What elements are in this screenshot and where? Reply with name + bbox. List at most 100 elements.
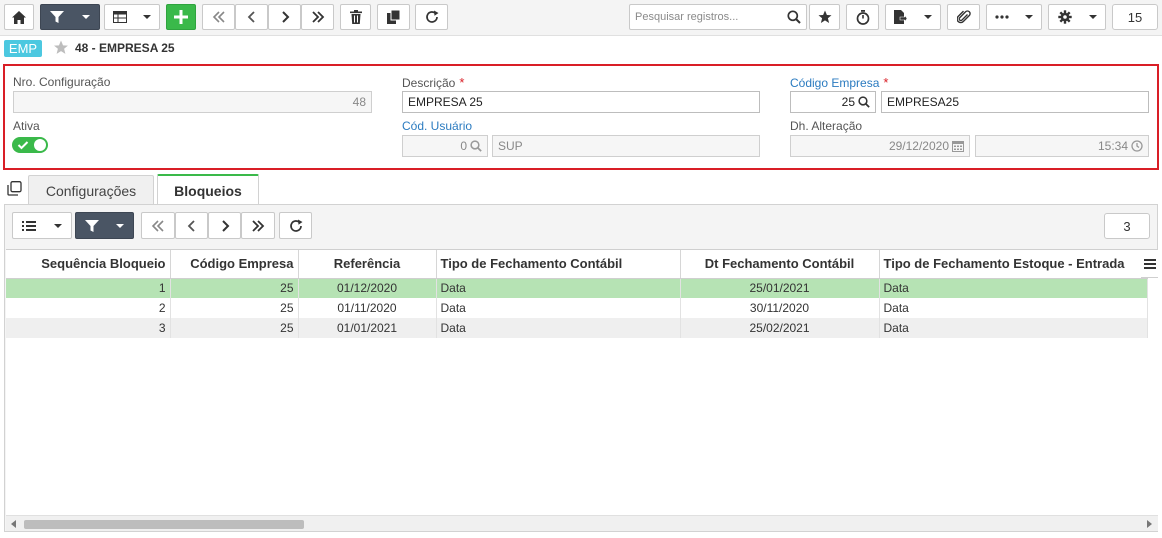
search-input[interactable]: [630, 5, 780, 29]
grid-previous-button[interactable]: [175, 212, 208, 239]
column-header[interactable]: Dt Fechamento Contábil: [680, 250, 880, 279]
dh-alteracao-date-field: 29/12/2020: [790, 135, 970, 157]
delete-button[interactable]: [340, 4, 371, 30]
codigo-empresa-label[interactable]: Código Empresa *: [790, 75, 888, 90]
expand-tabs-icon[interactable]: [7, 181, 22, 199]
cell-referencia: 01/01/2021: [298, 318, 437, 338]
list-icon: [22, 220, 36, 231]
column-header[interactable]: Tipo de Fechamento Contábil: [436, 250, 681, 279]
cell-dt-contabil: 25/02/2021: [680, 318, 880, 338]
cell-tipo-estoque: Data: [879, 298, 1148, 318]
settings-button[interactable]: [1048, 4, 1106, 30]
tab-configuracoes[interactable]: Configurações: [28, 175, 154, 205]
tab-bloqueios[interactable]: Bloqueios: [157, 174, 259, 205]
cod-usuario-field: 0: [402, 135, 488, 157]
cell-tipo-contabil: Data: [436, 278, 681, 298]
table-row[interactable]: 1 25 01/12/2020 Data 25/01/2021 Data: [6, 278, 1148, 298]
chevron-down-icon: [116, 223, 125, 228]
horizontal-scrollbar[interactable]: [6, 515, 1158, 531]
add-button[interactable]: [166, 4, 196, 30]
paperclip-icon: [956, 10, 971, 24]
cell-empresa: 25: [170, 298, 299, 318]
grid-filter-button[interactable]: [75, 212, 134, 239]
star-icon[interactable]: [53, 40, 69, 58]
attach-button[interactable]: [947, 4, 980, 30]
grid-refresh-button[interactable]: [279, 212, 312, 239]
cod-usuario-code: 0: [460, 139, 467, 153]
bloqueios-panel: 3 Sequência Bloqueio Código Empresa Refe…: [4, 204, 1158, 532]
descricao-value: EMPRESA 25: [408, 95, 483, 109]
descricao-label: Descrição *: [402, 75, 464, 90]
check-icon: [17, 141, 29, 150]
bloqueios-table: Sequência Bloqueio Código Empresa Referê…: [6, 250, 1148, 338]
ativa-toggle[interactable]: [12, 137, 48, 153]
search-icon[interactable]: [787, 10, 801, 27]
export-button[interactable]: [885, 4, 941, 30]
double-chevron-left-icon: [151, 219, 164, 232]
grid-next-button[interactable]: [208, 212, 241, 239]
cell-empresa: 25: [170, 318, 299, 338]
next-record-button[interactable]: [268, 4, 301, 30]
table-row[interactable]: 2 25 01/11/2020 Data 30/11/2020 Data: [6, 298, 1148, 318]
chevron-right-icon: [281, 11, 289, 23]
double-chevron-right-icon: [252, 219, 265, 232]
first-record-button[interactable]: [202, 4, 235, 30]
refresh-button[interactable]: [415, 4, 448, 30]
record-title: 48 - EMPRESA 25: [75, 41, 175, 55]
app-window: 15 EMP 48 - EMPRESA 25 Nro. Configuração…: [0, 0, 1162, 538]
home-button[interactable]: [4, 4, 34, 30]
dh-alteracao-time: 15:34: [1097, 139, 1128, 153]
hamburger-icon: [1143, 258, 1156, 269]
scrollbar-thumb[interactable]: [24, 520, 304, 529]
favorite-button[interactable]: [809, 4, 840, 30]
filter-button[interactable]: [40, 4, 100, 30]
grid-last-button[interactable]: [241, 212, 275, 239]
more-actions-button[interactable]: [986, 4, 1042, 30]
descricao-input[interactable]: EMPRESA 25: [402, 91, 760, 113]
cell-tipo-estoque: Data: [879, 318, 1148, 338]
last-record-button[interactable]: [301, 4, 334, 30]
filter-icon: [84, 219, 99, 232]
scroll-right-icon[interactable]: [1147, 520, 1152, 528]
codigo-empresa-input[interactable]: 25: [790, 91, 876, 113]
column-menu-button[interactable]: [1141, 250, 1158, 278]
ellipsis-icon: [995, 15, 1009, 19]
chevron-right-icon: [221, 219, 229, 232]
chevron-down-icon: [82, 15, 90, 19]
search-box[interactable]: [629, 4, 807, 30]
double-chevron-left-icon: [212, 11, 225, 23]
clock-icon: [1131, 140, 1143, 152]
chevron-left-icon: [187, 219, 195, 232]
dh-alteracao-date: 29/12/2020: [888, 139, 949, 153]
calendar-icon: [952, 140, 964, 152]
grid-list-button[interactable]: [12, 212, 72, 239]
table-header-row: Sequência Bloqueio Código Empresa Referê…: [6, 250, 1148, 279]
record-count-badge: 15: [1112, 4, 1158, 30]
cell-referencia: 01/12/2020: [298, 278, 437, 298]
codigo-empresa-label-text[interactable]: Código Empresa: [790, 76, 879, 90]
column-header[interactable]: Referência: [298, 250, 437, 279]
dh-alteracao-time-field: 15:34: [975, 135, 1149, 157]
copy-icon: [386, 10, 400, 24]
column-header[interactable]: Tipo de Fechamento Estoque - Entrada: [879, 250, 1148, 279]
required-marker: *: [459, 75, 465, 90]
search-icon[interactable]: [858, 96, 870, 108]
table-row[interactable]: 3 25 01/01/2021 Data 25/02/2021 Data: [6, 318, 1148, 338]
cell-seq: 2: [6, 298, 171, 318]
duplicate-button[interactable]: [377, 4, 410, 30]
filter-icon: [50, 11, 64, 23]
timer-button[interactable]: [846, 4, 879, 30]
column-header[interactable]: Sequência Bloqueio: [6, 250, 171, 279]
grid-first-button[interactable]: [141, 212, 175, 239]
usuario-name-value: SUP: [498, 139, 523, 153]
cod-usuario-label[interactable]: Cód. Usuário: [402, 119, 472, 133]
scroll-left-icon[interactable]: [11, 520, 16, 528]
empresa-name-field: EMPRESA25: [881, 91, 1149, 113]
cell-tipo-contabil: Data: [436, 298, 681, 318]
chevron-down-icon: [143, 15, 151, 19]
grid-view-button[interactable]: [104, 4, 160, 30]
column-header[interactable]: Código Empresa: [170, 250, 299, 279]
previous-record-button[interactable]: [235, 4, 268, 30]
empresa-name-value: EMPRESA25: [887, 95, 960, 109]
nro-config-field: 48: [13, 91, 372, 113]
